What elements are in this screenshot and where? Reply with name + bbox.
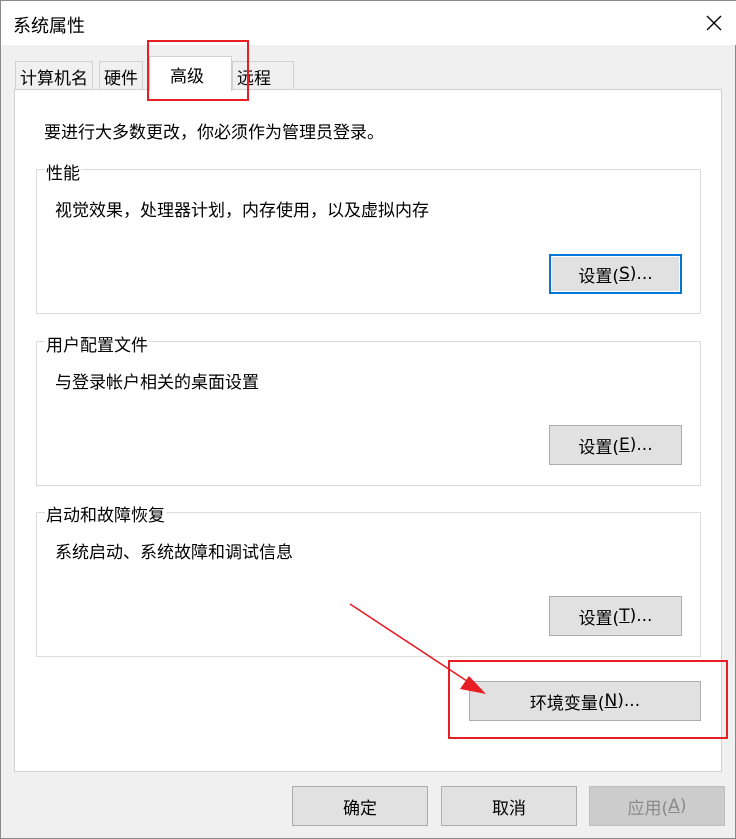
system-properties-dialog: 系统属性 计算机名 硬件 远程 高级 要进行大多数更改，你必须作为管理员登录。 … bbox=[0, 0, 736, 839]
ok-button[interactable]: 确定 bbox=[292, 786, 428, 826]
startup-recovery-description: 系统启动、系统故障和调试信息 bbox=[55, 543, 293, 563]
performance-settings-button[interactable]: 设置(S)... bbox=[549, 254, 682, 294]
apply-button[interactable]: 应用(A) bbox=[589, 786, 725, 826]
tab-label: 硬件 bbox=[104, 69, 138, 89]
user-profiles-group-title: 用户配置文件 bbox=[45, 331, 149, 356]
access-key: S bbox=[619, 264, 630, 284]
access-key: A bbox=[668, 796, 680, 816]
button-text: 环境变量( bbox=[529, 693, 605, 714]
button-text: 设置( bbox=[578, 266, 619, 287]
performance-description: 视觉效果，处理器计划，内存使用，以及虚拟内存 bbox=[55, 201, 429, 221]
access-key: E bbox=[619, 435, 630, 455]
environment-variables-button[interactable]: 环境变量(N)... bbox=[469, 681, 701, 721]
button-text: )... bbox=[629, 606, 653, 626]
user-profiles-description: 与登录帐户相关的桌面设置 bbox=[55, 373, 259, 393]
performance-group-title: 性能 bbox=[45, 159, 81, 184]
button-text: 设置( bbox=[578, 608, 620, 629]
button-text: )... bbox=[629, 435, 653, 455]
tab-label: 高级 bbox=[170, 67, 204, 87]
tab-label: 远程 bbox=[237, 69, 271, 89]
tab-hardware[interactable]: 硬件 bbox=[99, 61, 143, 90]
button-text: 设置( bbox=[578, 437, 620, 458]
button-text: 取消 bbox=[492, 798, 526, 819]
close-icon bbox=[706, 15, 722, 31]
user-profiles-settings-button[interactable]: 设置(E)... bbox=[549, 425, 682, 465]
button-text: ) bbox=[679, 796, 687, 816]
tab-advanced[interactable]: 高级 bbox=[149, 56, 232, 91]
window-title: 系统属性 bbox=[13, 16, 85, 37]
button-text: 应用( bbox=[627, 798, 669, 819]
tab-remote[interactable]: 远程 bbox=[232, 61, 294, 90]
startup-recovery-settings-button[interactable]: 设置(T)... bbox=[549, 596, 682, 636]
cancel-button[interactable]: 取消 bbox=[441, 786, 577, 826]
close-button[interactable] bbox=[691, 1, 736, 45]
tab-label: 计算机名 bbox=[20, 69, 88, 89]
title-bar: 系统属性 bbox=[1, 1, 736, 45]
admin-note: 要进行大多数更改，你必须作为管理员登录。 bbox=[44, 123, 384, 143]
button-text: 确定 bbox=[343, 798, 377, 819]
button-text: )... bbox=[617, 691, 641, 711]
startup-recovery-group-title: 启动和故障恢复 bbox=[45, 501, 166, 526]
access-key: N bbox=[604, 691, 618, 711]
tab-computer-name[interactable]: 计算机名 bbox=[15, 61, 93, 90]
access-key: T bbox=[619, 606, 630, 626]
button-text: )... bbox=[629, 264, 653, 284]
